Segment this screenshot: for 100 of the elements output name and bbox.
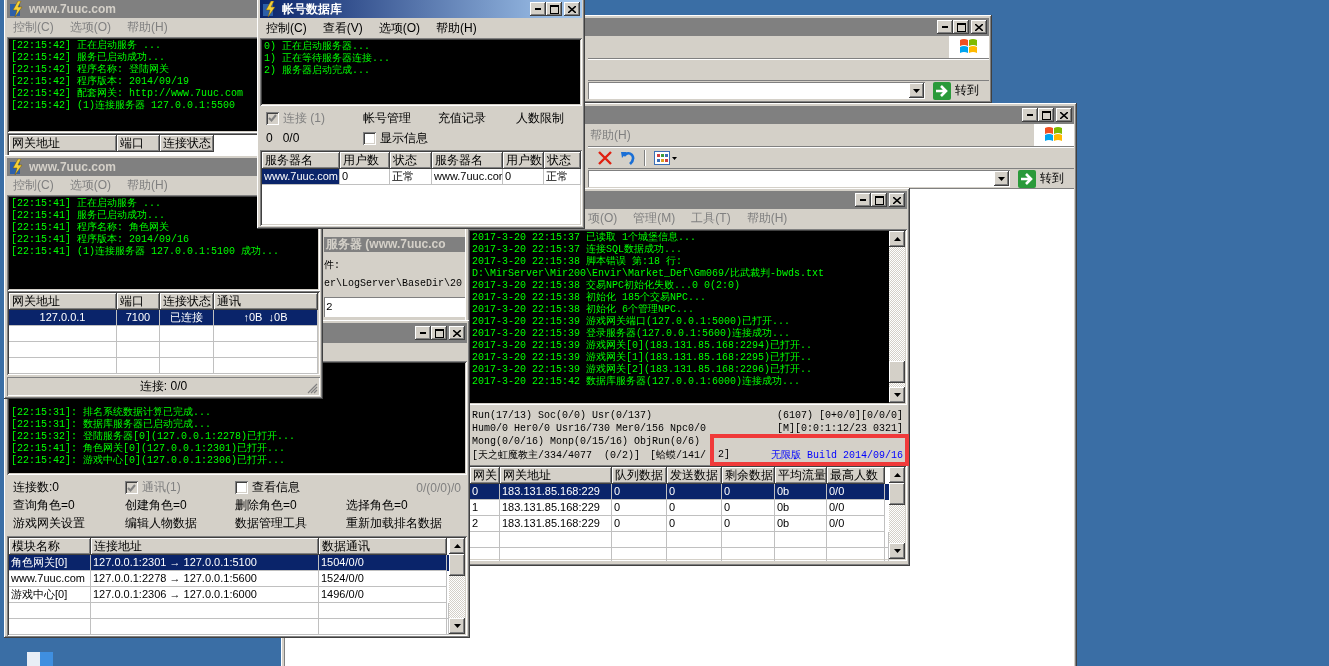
undo-icon[interactable]: [620, 150, 636, 166]
action-button[interactable]: 人数限制: [516, 109, 576, 127]
status-text: 2]: [718, 449, 731, 460]
scroll-up-button[interactable]: [889, 467, 905, 483]
status-text: (6107) [0+0/0][0/0/0]: [776, 410, 903, 421]
scroll-down-button[interactable]: [449, 618, 465, 634]
log-line: 2017-3-20 22:15:39 游戏网关[0](183.131.85.168:2294)已打开..: [472, 340, 813, 351]
table-cell: 0: [667, 500, 722, 516]
column-header[interactable]: 网关: [470, 467, 500, 484]
dropdown-button[interactable]: [994, 171, 1009, 186]
log-line: 2017-3-20 22:15:38 初始化 6个管理NPC...: [472, 304, 695, 315]
column-header[interactable]: 连接状态: [160, 293, 214, 310]
column-header[interactable]: 网关地址: [9, 293, 117, 310]
scroll-up-button[interactable]: [889, 231, 905, 247]
column-header[interactable]: 平均流量: [775, 467, 827, 484]
minimize-button[interactable]: [530, 2, 546, 16]
table-cell: 0: [612, 516, 667, 532]
close-button[interactable]: [889, 193, 905, 207]
table-row[interactable]: www.7uuc.com 0 正常 www.7uuc.cor 0 正常: [262, 169, 580, 185]
flag-icon: [1044, 126, 1064, 144]
scroll-thumb[interactable]: [889, 361, 905, 383]
menu-item[interactable]: 帮助(H): [436, 19, 477, 37]
table-row[interactable]: 127.0.0.1 7100 已连接 ↑0B ↓0B: [9, 310, 318, 326]
scroll-down-button[interactable]: [889, 387, 905, 403]
action-button[interactable]: 数据管理工具: [235, 515, 346, 532]
column-header[interactable]: 最高人数: [827, 467, 885, 484]
action-button[interactable]: 重新加载排名数据: [346, 515, 461, 532]
column-header[interactable]: 网关地址: [500, 467, 612, 484]
address-field[interactable]: [588, 170, 1010, 187]
column-header[interactable]: 发送数据: [667, 467, 722, 484]
action-button[interactable]: 编辑人物数据: [125, 515, 235, 532]
action-button[interactable]: 帐号管理: [363, 109, 438, 127]
checkbox[interactable]: [235, 481, 248, 494]
table-cell: 1: [470, 500, 500, 516]
column-header[interactable]: 模块名称: [9, 538, 91, 555]
column-header[interactable]: 服务器名: [432, 152, 503, 169]
scroll-up-button[interactable]: [449, 538, 465, 554]
minimize-button[interactable]: [415, 326, 431, 340]
maximize-button[interactable]: [431, 326, 447, 340]
action-button[interactable]: 充值记录: [438, 109, 516, 127]
status-text: [蛤蟆/141/: [650, 448, 707, 462]
close-button[interactable]: [971, 20, 987, 34]
log-line: [22:15:31]: 排名系统数据计算已完成...: [11, 407, 211, 418]
minimize-button[interactable]: [937, 20, 953, 34]
column-header[interactable]: 用户数: [340, 152, 390, 169]
minimize-button[interactable]: [855, 193, 871, 207]
maximize-button[interactable]: [871, 193, 887, 207]
scroll-down-button[interactable]: [889, 543, 905, 559]
close-button[interactable]: [1056, 108, 1072, 122]
build-link[interactable]: 无限版 Build 2014/09/16: [770, 447, 903, 462]
menu-item[interactable]: 查看(V): [322, 19, 363, 37]
dropdown-button[interactable]: [909, 83, 924, 98]
column-header[interactable]: 剩余数据: [722, 467, 775, 484]
table-row[interactable]: 角色网关[0] 127.0.0.1:2301 → 127.0.0.1:5100 1504/0/0: [9, 555, 449, 571]
column-header[interactable]: 状态: [544, 152, 581, 169]
table-cell: 0: [503, 169, 544, 185]
log-line: [22:15:32]: 登陆服务器[0](127.0.0.1:2278)已打开...: [11, 431, 296, 442]
address-field[interactable]: [588, 82, 925, 99]
column-header[interactable]: 用户数: [503, 152, 544, 169]
column-header[interactable]: 端口: [117, 135, 160, 152]
table-row[interactable]: 0 183.131.85.168:229 0 0 0 0b 0/0: [470, 484, 889, 500]
delete-icon[interactable]: [598, 151, 612, 165]
column-header[interactable]: 状态: [390, 152, 432, 169]
table-cell: [117, 326, 160, 342]
scroll-thumb[interactable]: [449, 554, 465, 576]
checkbox-label: 查看信息: [252, 479, 300, 496]
log-line: [22:15:41]: 角色网关[0](127.0.0.1:2301)已打开...: [11, 443, 286, 454]
table-cell: 0: [722, 500, 775, 516]
flag-icon: [959, 38, 979, 56]
minimize-button[interactable]: [1022, 108, 1038, 122]
action-button[interactable]: 游戏网关设置: [13, 515, 125, 532]
checkbox[interactable]: [363, 131, 376, 145]
menu-item[interactable]: 选项(O): [378, 19, 420, 37]
log-line: 2017-3-20 22:15:39 游戏网关[1](183.131.85.168:2295)已打开..: [472, 352, 813, 363]
table-cell: www.7uuc.com: [262, 169, 340, 185]
table-row[interactable]: 游戏中心[0] 127.0.0.1:2306 → 127.0.0.1:6000 1496/0/0: [9, 587, 449, 603]
column-header[interactable]: 连接状态: [160, 135, 214, 152]
table-cell: 0/0: [827, 484, 885, 500]
lightning-icon: [9, 1, 25, 17]
column-header[interactable]: 服务器名: [262, 152, 340, 169]
maximize-button[interactable]: [546, 2, 562, 16]
view-grid-icon[interactable]: [654, 150, 678, 166]
column-header[interactable]: 队列数据: [612, 467, 667, 484]
maximize-button[interactable]: [1038, 108, 1054, 122]
maximize-button[interactable]: [953, 20, 969, 34]
close-button[interactable]: [564, 2, 580, 16]
column-header[interactable]: 通讯: [214, 293, 318, 310]
table-row[interactable]: www.7uuc.com 127.0.0.1:2278 → 127.0.0.1:5600 1524/0/0: [9, 571, 449, 587]
column-header[interactable]: 连接地址: [91, 538, 319, 555]
close-icon: [975, 23, 983, 31]
table-cell: 正常: [544, 169, 581, 185]
close-button[interactable]: [449, 326, 465, 340]
triangle-down-icon: [893, 393, 901, 397]
column-header[interactable]: 端口: [117, 293, 160, 310]
menu-item[interactable]: 控制(C): [266, 19, 307, 37]
column-header[interactable]: 数据通讯: [319, 538, 447, 555]
connection-count: 连接数:0: [13, 479, 60, 496]
column-header[interactable]: 网关地址: [9, 135, 117, 152]
scroll-thumb[interactable]: [889, 483, 905, 505]
desktop-icon[interactable]: [27, 652, 53, 666]
